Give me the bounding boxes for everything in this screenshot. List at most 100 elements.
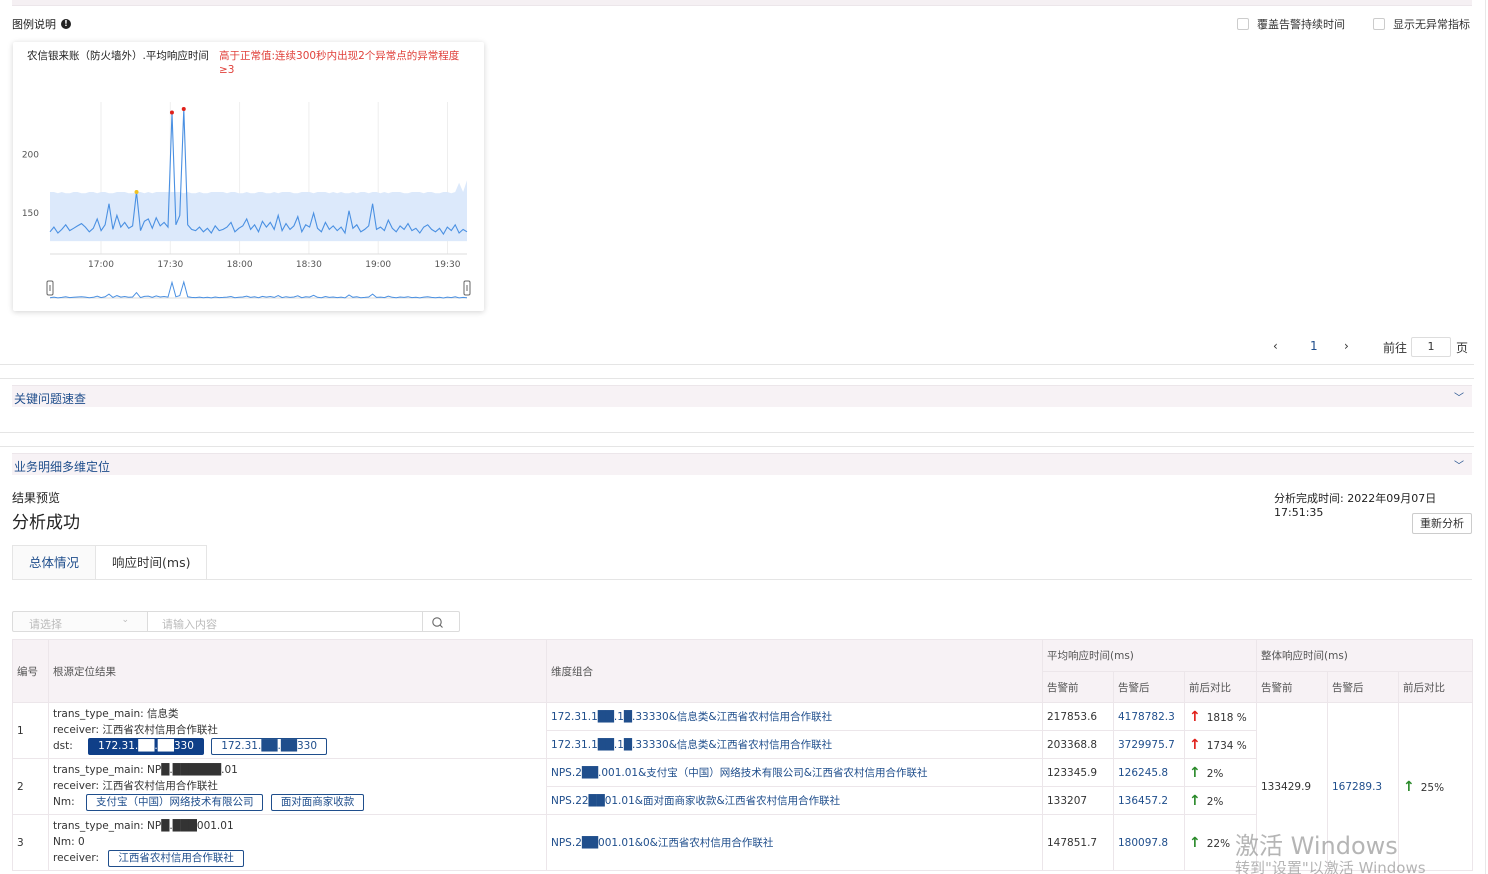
x-tick-label: 17:00 xyxy=(88,260,114,270)
header-after: 告警后 xyxy=(1327,671,1399,703)
dimension-combo[interactable]: NPS.2██.001.01&支付宝（中国）网络技术有限公司&江西省农村信用合作… xyxy=(546,758,1043,787)
dimension-combo[interactable]: NPS.2██001.01&0&江西省农村信用合作联社 xyxy=(546,814,1043,871)
dimension-tag[interactable]: 江西省农村信用合作联社 xyxy=(108,850,244,867)
arrow-up-green-icon: ↑ xyxy=(1189,792,1201,809)
root-line: receiver: xyxy=(53,852,100,864)
table-row[interactable]: 1 trans_type_main: 信息类 receiver: 江西省农村信用… xyxy=(12,702,1473,871)
checkbox-label: 覆盖告警持续时间 xyxy=(1257,18,1345,31)
compare-value: 22% xyxy=(1206,837,1231,850)
arrow-up-red-icon: ↑ xyxy=(1189,708,1201,725)
section-divider xyxy=(0,378,1474,379)
root-line: trans_type_main: NP█.██████.01 xyxy=(53,764,238,776)
result-tabs: 总体情况 响应时间(ms) xyxy=(12,545,208,579)
avg-before: 217853.6 xyxy=(1042,702,1114,731)
windows-watermark: 激活 Windows xyxy=(1235,832,1398,860)
anomaly-point xyxy=(134,190,139,195)
key-issue-section-header[interactable]: 关键问题速查 ﹀ xyxy=(12,385,1472,407)
anomaly-point xyxy=(181,107,186,112)
x-tick-label: 19:30 xyxy=(435,260,461,270)
header-compare: 前后对比 xyxy=(1398,671,1473,703)
pagination-goto-input[interactable]: 1 xyxy=(1411,337,1451,357)
avg-compare: ↑ 1734 % xyxy=(1184,730,1257,759)
header-overall-response: 整体响应时间(ms) xyxy=(1256,639,1473,672)
row-no: 2 xyxy=(12,758,49,815)
select-placeholder: 请选择 xyxy=(29,618,62,631)
tabs-divider xyxy=(12,579,1472,580)
dimension-combo[interactable]: NPS.22██01.01&面对面商家收款&江西省农村信用合作联社 xyxy=(546,786,1043,815)
avg-before: 147851.7 xyxy=(1042,814,1114,871)
search-button[interactable] xyxy=(422,611,460,632)
header-after: 告警后 xyxy=(1113,671,1185,703)
avg-after: 3729975.7 xyxy=(1113,730,1185,759)
overall-compare: ↑ 25% xyxy=(1398,702,1473,871)
legend-header: 图例说明 ! xyxy=(12,16,71,32)
chevron-down-icon[interactable]: ﹀ xyxy=(1454,389,1464,404)
overview-line xyxy=(49,280,468,299)
avg-before: 123345.9 xyxy=(1042,758,1114,787)
header-dimensions: 维度组合 xyxy=(546,639,1043,703)
x-tick-label: 18:30 xyxy=(296,260,322,270)
pagination-current-page[interactable]: 1 xyxy=(1310,339,1318,353)
dimension-combo[interactable]: 172.31.1██.1█.33330&信息类&江西省农村信用合作联社 xyxy=(546,730,1043,759)
pagination-goto-label: 前往 xyxy=(1383,341,1408,355)
multi-dim-section-header[interactable]: 业务明细多维定位 ﹀ xyxy=(12,453,1472,475)
section-title: 关键问题速查 xyxy=(14,392,87,406)
chevron-down-icon[interactable]: ﹀ xyxy=(1454,457,1464,472)
pagination-page-unit: 页 xyxy=(1456,341,1469,355)
pagination-next-button[interactable]: › xyxy=(1344,339,1349,353)
chevron-down-icon: ⌄ xyxy=(121,615,129,625)
avg-after: 126245.8 xyxy=(1113,758,1185,787)
row-no: 3 xyxy=(12,814,49,871)
compare-value: 1734 % xyxy=(1206,739,1247,752)
cover-alarm-duration-checkbox[interactable]: 覆盖告警持续时间 xyxy=(1237,16,1345,32)
arrow-up-red-icon: ↑ xyxy=(1189,736,1201,753)
info-icon[interactable]: ! xyxy=(61,19,71,29)
dimension-tag[interactable]: 支付宝（中国）网络技术有限公司 xyxy=(85,794,264,811)
compare-value: 2% xyxy=(1206,767,1224,780)
header-before: 告警前 xyxy=(1042,671,1114,703)
row-no: 1 xyxy=(12,702,49,759)
reanalyze-button[interactable]: 重新分析 xyxy=(1412,513,1472,534)
avg-after: 180097.8 xyxy=(1113,814,1185,871)
root-line: Nm: xyxy=(53,796,75,808)
checkbox-box[interactable] xyxy=(1373,18,1385,30)
show-no-anomaly-checkbox[interactable]: 显示无异常指标 xyxy=(1373,16,1470,32)
root-line: trans_type_main: 信息类 xyxy=(53,708,179,720)
dimension-tag[interactable]: 172.31.██.██330 xyxy=(88,738,204,755)
avg-compare: ↑ 2% xyxy=(1184,786,1257,815)
dimension-tag[interactable]: 172.31.██.██330 xyxy=(211,738,328,755)
root-line: trans_type_main: NP█.███001.01 xyxy=(53,820,234,832)
dimension-combo[interactable]: 172.31.1██.1█.33330&信息类&江西省农村信用合作联社 xyxy=(546,702,1043,731)
checkbox-box[interactable] xyxy=(1237,18,1249,30)
y-tick-label: 150 xyxy=(22,209,39,219)
arrow-up-green-icon: ↑ xyxy=(1189,764,1201,781)
section-title: 业务明细多维定位 xyxy=(14,460,111,474)
root-cause-cell: trans_type_main: 信息类 receiver: 江西省农村信用合作… xyxy=(48,702,547,759)
avg-after: 4178782.3 xyxy=(1113,702,1185,731)
line-chart[interactable]: 17:00 17:30 18:00 18:30 19:00 19:30 150 200 xyxy=(13,42,484,311)
windows-watermark-sub: 转到"设置"以激活 Windows xyxy=(1235,859,1426,874)
arrow-up-green-icon: ↑ xyxy=(1189,834,1201,851)
section-divider xyxy=(0,432,1474,433)
top-divider xyxy=(12,0,1472,6)
root-cause-cell: trans_type_main: NP█.██████.01 receiver:… xyxy=(48,758,547,815)
search-input[interactable]: 请输入内容 xyxy=(148,611,423,632)
tab-response-time[interactable]: 响应时间(ms) xyxy=(96,545,208,579)
header-avg-response: 平均响应时间(ms) xyxy=(1042,639,1257,672)
metric-chart-card[interactable]: 农信银来账（防火墙外）.平均响应时间 高于正常值:连续300秒内出现2个异常点的… xyxy=(13,42,484,311)
avg-compare: ↑ 2% xyxy=(1184,758,1257,787)
header-before: 告警前 xyxy=(1256,671,1328,703)
dimension-tag[interactable]: 面对面商家收款 xyxy=(270,794,365,811)
table-row[interactable]: 2 trans_type_main: NP█.██████.01 receive… xyxy=(12,758,1473,815)
pagination-prev-button[interactable]: ‹ xyxy=(1273,339,1278,353)
root-line: dst: xyxy=(53,740,73,752)
compare-value: 2% xyxy=(1206,795,1224,808)
root-line: Nm: 0 xyxy=(53,836,85,848)
tab-overview[interactable]: 总体情况 xyxy=(12,545,97,579)
filter-select[interactable]: 请选择 ⌄ xyxy=(12,611,148,632)
result-preview-label: 结果预览 xyxy=(12,491,61,505)
section-divider xyxy=(0,446,1474,447)
x-tick-label: 17:30 xyxy=(157,260,183,270)
y-tick-label: 200 xyxy=(22,151,39,161)
section-divider xyxy=(0,364,1474,365)
